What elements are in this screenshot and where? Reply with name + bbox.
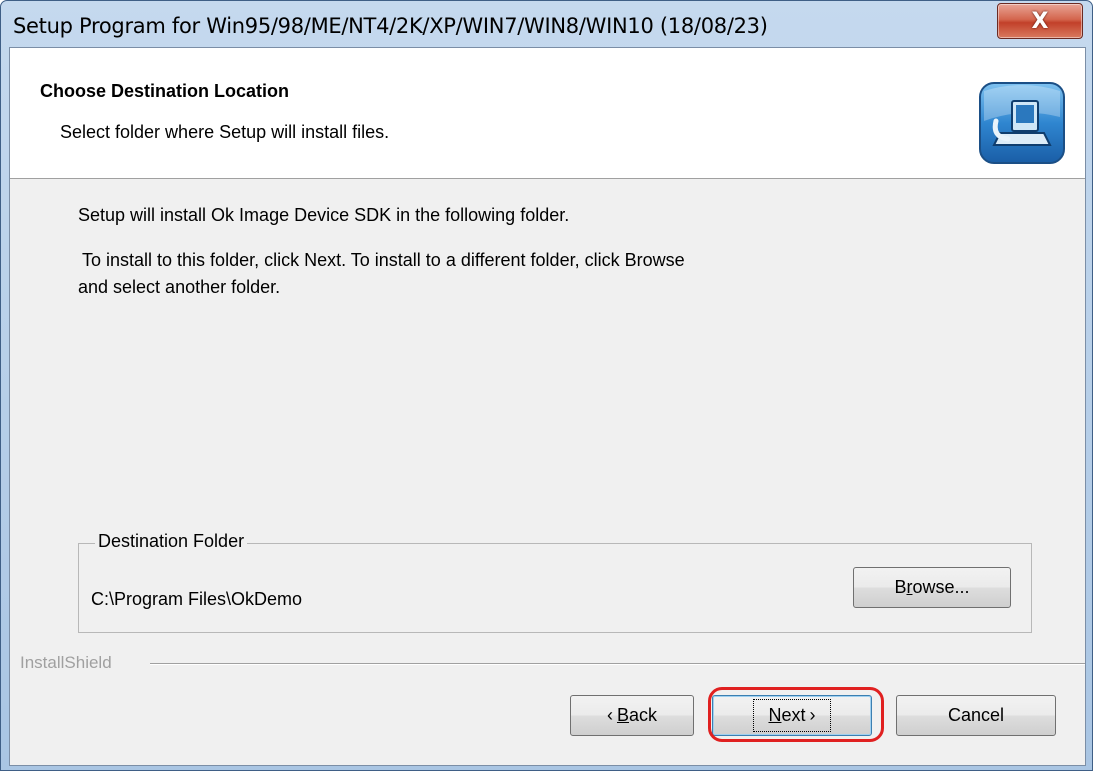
back-label: ack (629, 705, 658, 725)
close-icon: X (1031, 8, 1049, 34)
next-label: ext (781, 705, 806, 725)
destination-path: C:\Program Files\OkDemo (91, 589, 303, 609)
page-title: Choose Destination Location (40, 81, 290, 101)
next-focus-rect: Next › (753, 699, 831, 732)
instruction-text-line1: To install to this folder, click Next. T… (82, 250, 685, 270)
setup-window: Setup Program for Win95/98/ME/NT4/2K/XP/… (0, 0, 1093, 771)
browse-label-prefix: B (894, 577, 907, 597)
install-info-text: Setup will install Ok Image Device SDK i… (78, 205, 570, 225)
window-title: Setup Program for Win95/98/ME/NT4/2K/XP/… (13, 14, 768, 38)
footer-separator (150, 663, 1085, 665)
installshield-brand: InstallShield (20, 653, 112, 672)
back-button[interactable]: ‹ Back (570, 695, 694, 736)
next-mnemonic: N (768, 705, 782, 725)
next-arrow-icon: › (809, 705, 816, 725)
browse-label-suffix: owse... (912, 577, 970, 597)
close-button[interactable]: X (997, 3, 1083, 39)
destination-folder-label: Destination Folder (95, 531, 248, 552)
browse-button[interactable]: Br owse... (853, 567, 1011, 608)
next-button[interactable]: Next › (712, 695, 872, 736)
destination-folder-group: Destination Folder C:\Program Files\OkDe… (78, 531, 1032, 633)
cancel-button[interactable]: Cancel (896, 695, 1056, 736)
back-mnemonic: B (616, 705, 629, 725)
instruction-text-line2: and select another folder. (78, 277, 281, 297)
back-arrow-icon: ‹ (606, 705, 613, 725)
setup-computer-icon (979, 82, 1065, 164)
dialog-header: Choose Destination Location Select folde… (10, 48, 1085, 179)
page-subtitle: Select folder where Setup will install f… (60, 122, 390, 142)
title-bar[interactable]: Setup Program for Win95/98/ME/NT4/2K/XP/… (1, 1, 1092, 47)
dialog-client-area: Choose Destination Location Select folde… (9, 47, 1086, 766)
